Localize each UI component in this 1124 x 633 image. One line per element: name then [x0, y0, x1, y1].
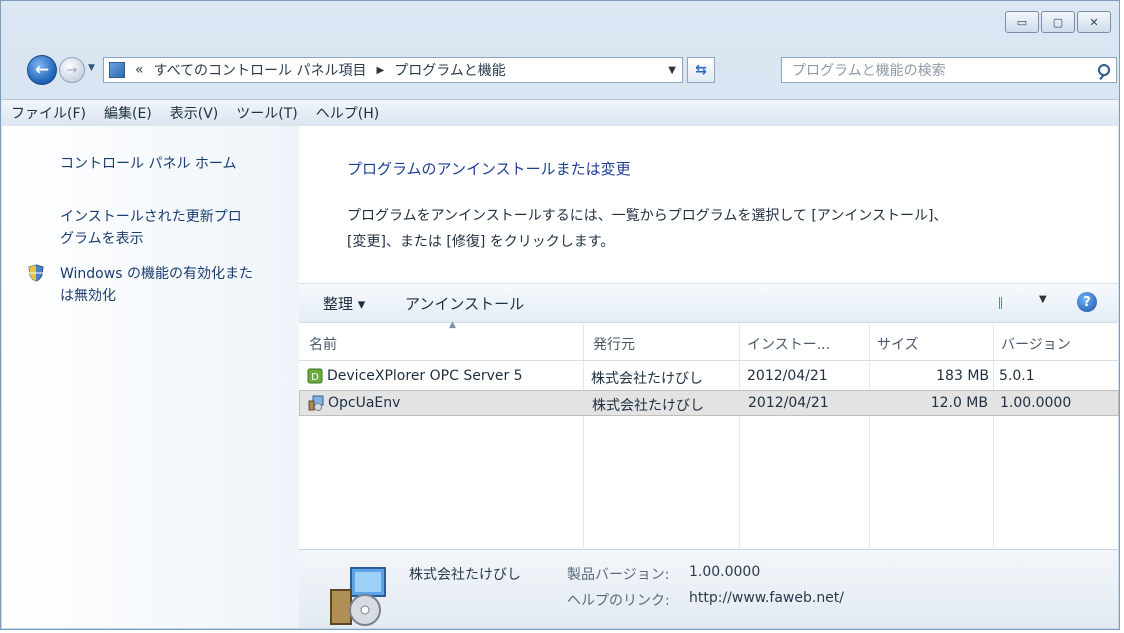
- main-content: プログラムのアンインストールまたは変更 プログラムをアンインストールするには、一…: [299, 126, 1119, 628]
- maximize-button[interactable]: ▢: [1041, 11, 1075, 33]
- program-size: 183 MB: [936, 368, 989, 384]
- svg-text:D: D: [311, 372, 319, 383]
- column-header-version[interactable]: バージョン: [1001, 334, 1071, 354]
- programs-and-features-window: ▭ ▢ ✕ ← → ▼ « すべてのコントロール パネル項目 ▶ プログラムと機…: [0, 0, 1120, 630]
- details-help-link[interactable]: http://www.faweb.net/: [689, 590, 844, 606]
- control-panel-icon: [109, 62, 125, 78]
- instructions-line1: プログラムをアンインストールするには、一覧からプログラムを選択して [アンインス…: [347, 208, 948, 224]
- column-header-name[interactable]: 名前: [309, 334, 337, 354]
- recent-pages-dropdown-icon[interactable]: ▼: [88, 63, 95, 73]
- search-input[interactable]: プログラムと機能の検索: [792, 60, 946, 80]
- title-bar: ▭ ▢ ✕: [1, 1, 1119, 53]
- view-installed-updates-line2: グラムを表示: [60, 231, 144, 247]
- opc-server-icon: D: [307, 368, 323, 384]
- control-panel-home-link[interactable]: コントロール パネル ホーム: [60, 153, 236, 175]
- details-publisher: 株式会社たけびし: [409, 567, 521, 583]
- program-publisher: 株式会社たけびし: [592, 398, 704, 414]
- menu-file[interactable]: ファイル(F): [2, 103, 95, 123]
- details-version-label: 製品バージョン:: [567, 567, 670, 583]
- windows-features-link[interactable]: Windows の機能の有効化また は無効化: [60, 263, 253, 307]
- command-bar: 整理 ▾ アンインストール ▼ ?: [299, 283, 1118, 323]
- table-row-selected[interactable]: OpcUaEnv 株式会社たけびし 2012/04/21 12.0 MB 1.0…: [299, 390, 1119, 416]
- column-header-row: ▲ 名前 発行元 インストー... サイズ バージョン: [299, 320, 1118, 361]
- close-button[interactable]: ✕: [1077, 11, 1111, 33]
- column-header-installed-on[interactable]: インストー...: [747, 334, 830, 354]
- menu-view[interactable]: 表示(V): [161, 103, 228, 123]
- back-button[interactable]: ←: [27, 55, 57, 85]
- address-bar[interactable]: « すべてのコントロール パネル項目 ▶ プログラムと機能 ▼: [103, 57, 683, 83]
- navigation-bar: ← → ▼ « すべてのコントロール パネル項目 ▶ プログラムと機能 ▼ ⇆ …: [11, 53, 1117, 85]
- program-install-date: 2012/04/21: [747, 368, 828, 384]
- program-version: 5.0.1: [999, 368, 1035, 384]
- details-pane: 株式会社たけびし 製品バージョン: 1.00.0000 ヘルプのリンク: htt…: [299, 549, 1118, 628]
- instructions-text: プログラムをアンインストールするには、一覧からプログラムを選択して [アンインス…: [347, 203, 1087, 255]
- search-icon[interactable]: [1098, 64, 1110, 76]
- program-publisher: 株式会社たけびし: [591, 371, 703, 387]
- program-size: 12.0 MB: [930, 395, 988, 411]
- view-installed-updates-line1: インストールされた更新プロ: [60, 209, 242, 225]
- table-row[interactable]: D DeviceXPlorer OPC Server 5 株式会社たけびし 20…: [299, 364, 1119, 390]
- details-version-value: 1.00.0000: [689, 564, 761, 580]
- forward-button[interactable]: →: [59, 57, 85, 83]
- details-help-label: ヘルプのリンク:: [567, 593, 670, 609]
- windows-features-line1: Windows の機能の有効化また: [60, 266, 253, 282]
- instructions-line2: [変更]、または [修復] をクリックします。: [347, 234, 615, 250]
- view-installed-updates-link[interactable]: インストールされた更新プロ グラムを表示: [60, 206, 242, 250]
- breadcrumb-programs[interactable]: プログラムと機能: [394, 60, 506, 80]
- refresh-button[interactable]: ⇆: [687, 57, 715, 83]
- breadcrumb-overflow[interactable]: «: [135, 62, 144, 78]
- column-header-size[interactable]: サイズ: [877, 334, 919, 354]
- menu-tools[interactable]: ツール(T): [227, 103, 306, 123]
- uninstall-button[interactable]: アンインストール: [405, 293, 524, 314]
- program-list: ▲ 名前 発行元 インストー... サイズ バージョン D DeviceXPlo…: [299, 320, 1119, 548]
- search-box[interactable]: プログラムと機能の検索: [781, 57, 1117, 83]
- menu-edit[interactable]: 編集(E): [95, 103, 161, 123]
- installer-package-icon: [330, 567, 386, 626]
- view-dropdown-icon[interactable]: ▼: [1039, 294, 1047, 305]
- windows-features-line2: は無効化: [60, 288, 116, 304]
- page-title: プログラムのアンインストールまたは変更: [347, 160, 631, 178]
- program-name: OpcUaEnv: [328, 395, 401, 411]
- program-version: 1.00.0000: [1000, 395, 1072, 411]
- breadcrumb-separator-icon[interactable]: ▶: [377, 65, 385, 76]
- help-icon[interactable]: ?: [1077, 292, 1097, 312]
- minimize-button[interactable]: ▭: [1005, 11, 1039, 33]
- column-header-publisher[interactable]: 発行元: [593, 334, 635, 354]
- address-dropdown-icon[interactable]: ▼: [668, 65, 676, 76]
- shield-icon: [28, 264, 44, 282]
- menu-bar: ファイル(F) 編集(E) 表示(V) ツール(T) ヘルプ(H): [2, 99, 1118, 127]
- menu-help[interactable]: ヘルプ(H): [307, 103, 388, 123]
- installer-package-icon: [308, 395, 324, 411]
- program-name: DeviceXPlorer OPC Server 5: [327, 368, 523, 384]
- program-install-date: 2012/04/21: [748, 395, 829, 411]
- organize-button[interactable]: 整理 ▾: [323, 293, 365, 314]
- window-controls: ▭ ▢ ✕: [1005, 11, 1111, 33]
- breadcrumb-all-items[interactable]: すべてのコントロール パネル項目: [154, 60, 367, 80]
- view-options-icon[interactable]: [999, 297, 1015, 309]
- sort-ascending-icon: ▲: [449, 320, 456, 330]
- task-pane: コントロール パネル ホーム インストールされた更新プロ グラムを表示 Wind…: [2, 126, 299, 628]
